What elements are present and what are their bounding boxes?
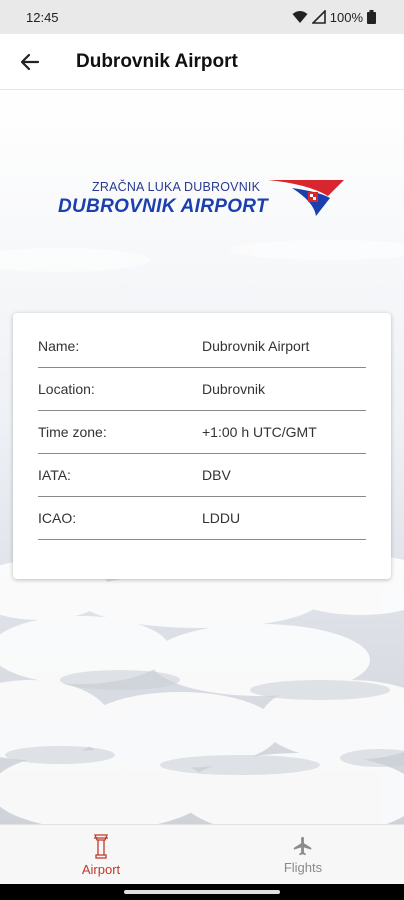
info-label: ICAO: <box>38 510 77 526</box>
info-value: DBV <box>202 467 231 483</box>
signal-icon <box>311 10 326 24</box>
logo-top-text: ZRAČNA LUKA DUBROVNIK <box>92 180 261 194</box>
arrow-left-icon <box>20 53 40 70</box>
info-row-timezone: Time zone: +1:00 h UTC/GMT <box>38 411 366 454</box>
nav-tab-flights[interactable]: Flights <box>202 825 404 885</box>
nav-tab-airport[interactable]: Airport <box>0 825 202 885</box>
content-area: ZRAČNA LUKA DUBROVNIK DUBROVNIK AIRPORT … <box>0 90 404 824</box>
wifi-icon <box>292 11 308 23</box>
gesture-handle[interactable] <box>124 890 280 894</box>
info-row-location: Location: Dubrovnik <box>38 368 366 411</box>
airplane-icon <box>293 836 312 856</box>
bottom-navigation: Airport Flights <box>0 824 404 885</box>
info-row-iata: IATA: DBV <box>38 454 366 497</box>
airport-logo: ZRAČNA LUKA DUBROVNIK DUBROVNIK AIRPORT <box>56 178 356 222</box>
info-value: LDDU <box>202 510 241 526</box>
logo-mark-icon <box>268 180 344 216</box>
page-title: Dubrovnik Airport <box>76 50 238 72</box>
logo-main-text: DUBROVNIK AIRPORT <box>58 196 268 217</box>
status-icons: 100% <box>292 10 376 25</box>
battery-icon <box>367 10 376 24</box>
info-label: Location: <box>38 381 95 397</box>
info-label: Name: <box>38 338 80 354</box>
info-label: Time zone: <box>38 424 107 440</box>
nav-label: Airport <box>81 862 121 877</box>
status-time: 12:45 <box>26 9 59 25</box>
info-value: Dubrovnik Airport <box>202 338 310 354</box>
info-value: Dubrovnik <box>202 381 266 397</box>
status-bar: 12:45 100% <box>0 0 404 34</box>
back-button[interactable] <box>0 34 60 90</box>
info-row-name: Name: Dubrovnik Airport <box>38 325 366 368</box>
battery-level: 100% <box>329 9 363 25</box>
app-bar: Dubrovnik Airport <box>0 34 404 90</box>
gesture-bar <box>0 884 404 900</box>
airport-info-card: Name: Dubrovnik Airport Location: Dubrov… <box>13 313 391 579</box>
control-tower-icon <box>94 834 108 859</box>
info-row-icao: ICAO: LDDU <box>38 497 366 540</box>
info-value: +1:00 h UTC/GMT <box>202 424 317 440</box>
info-label: IATA: <box>38 467 71 483</box>
nav-label: Flights <box>283 860 323 875</box>
